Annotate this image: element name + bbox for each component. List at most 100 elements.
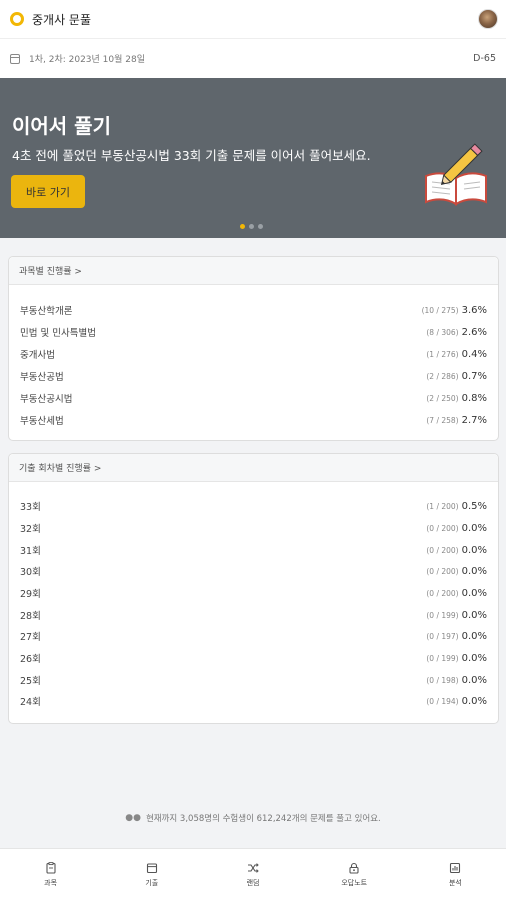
- round-name: 25회: [20, 676, 41, 687]
- round-count: (0 / 198): [426, 675, 459, 685]
- subject-count: (2 / 286): [426, 371, 459, 381]
- tab-analysis[interactable]: 분석: [405, 849, 506, 900]
- subject-percent: 2.6%: [461, 326, 487, 338]
- round-progress-header[interactable]: 기출 회차별 진행률 >: [9, 454, 498, 482]
- round-row[interactable]: 32회 (0 / 200) 0.0%: [9, 517, 498, 539]
- pagination-dot[interactable]: [258, 224, 263, 229]
- round-count: (0 / 199): [426, 610, 459, 620]
- round-percent: 0.0%: [461, 522, 487, 534]
- round-percent: 0.0%: [461, 587, 487, 599]
- tab-subject[interactable]: 과목: [0, 849, 101, 900]
- round-count: (0 / 197): [426, 631, 459, 641]
- round-name: 30회: [20, 567, 41, 578]
- subject-row[interactable]: 민법 및 민사특별법 (8 / 306) 2.6%: [9, 321, 498, 343]
- go-now-button[interactable]: 바로 가기: [11, 175, 85, 208]
- subject-percent: 3.6%: [461, 304, 487, 316]
- round-percent: 0.0%: [461, 544, 487, 556]
- round-name: 27회: [20, 632, 41, 643]
- subject-row[interactable]: 중개사법 (1 / 276) 0.4%: [9, 343, 498, 365]
- app-title: 중개사 문풀: [32, 12, 92, 27]
- round-name: 33회: [20, 502, 41, 513]
- tab-wrong-notes[interactable]: 오답노트: [304, 849, 405, 900]
- users-notice-text: 현재까지 3,058명의 수험생이 612,242개의 문제를 풀고 있어요.: [145, 814, 381, 824]
- round-percent: 0.5%: [461, 500, 487, 512]
- round-row[interactable]: 28회 (0 / 199) 0.0%: [9, 604, 498, 626]
- round-percent: 0.0%: [461, 674, 487, 686]
- round-name: 24회: [20, 697, 41, 708]
- tab-random[interactable]: 랜덤: [202, 849, 303, 900]
- round-count: (0 / 200): [426, 523, 459, 533]
- dday-counter: D-65: [473, 53, 496, 64]
- subject-count: (1 / 276): [426, 349, 459, 359]
- tab-label: 과목: [44, 878, 58, 887]
- subject-name: 부동산공법: [20, 372, 64, 383]
- round-row[interactable]: 25회 (0 / 198) 0.0%: [9, 669, 498, 691]
- exam-date-bar: 1차, 2차: 2023년 10월 28일 D-65: [0, 38, 506, 78]
- pagination-dot[interactable]: [249, 224, 254, 229]
- users-icon: ●●: [125, 813, 141, 823]
- subject-row[interactable]: 부동산공시법 (2 / 250) 0.8%: [9, 387, 498, 409]
- tab-label: 분석: [448, 878, 462, 887]
- calendar-icon: [10, 53, 20, 64]
- round-percent: 0.0%: [461, 652, 487, 664]
- round-count: (0 / 200): [426, 545, 459, 555]
- lock-icon: [349, 862, 359, 874]
- subject-name: 부동산공시법: [20, 394, 73, 405]
- tab-label: 랜덤: [246, 878, 260, 887]
- round-row[interactable]: 26회 (0 / 199) 0.0%: [9, 647, 498, 669]
- bar-chart-icon: [450, 862, 461, 873]
- shuffle-icon: [248, 862, 259, 873]
- round-count: (0 / 200): [426, 566, 459, 576]
- round-row[interactable]: 29회 (0 / 200) 0.0%: [9, 582, 498, 604]
- tab-label: 오답노트: [341, 878, 368, 887]
- round-name: 32회: [20, 524, 41, 535]
- round-name: 31회: [20, 546, 41, 557]
- book-pencil-icon: [425, 143, 487, 206]
- banner-pagination: [240, 224, 263, 229]
- round-name: 28회: [20, 611, 41, 622]
- round-row[interactable]: 31회 (0 / 200) 0.0%: [9, 539, 498, 561]
- round-row[interactable]: 24회 (0 / 194) 0.0%: [9, 690, 498, 712]
- subject-percent: 0.7%: [461, 370, 487, 382]
- calendar-icon: [146, 862, 157, 873]
- subject-percent: 2.7%: [461, 414, 487, 426]
- subject-count: (10 / 275): [421, 305, 459, 315]
- round-row[interactable]: 27회 (0 / 197) 0.0%: [9, 625, 498, 647]
- banner-title: 이어서 풀기: [12, 114, 111, 138]
- round-count: (1 / 200): [426, 501, 459, 511]
- round-row[interactable]: 30회 (0 / 200) 0.0%: [9, 560, 498, 582]
- round-percent: 0.0%: [461, 565, 487, 577]
- subject-count: (7 / 258): [426, 415, 459, 425]
- subject-count: (2 / 250): [426, 393, 459, 403]
- subject-row[interactable]: 부동산세법 (7 / 258) 2.7%: [9, 409, 498, 431]
- subject-count: (8 / 306): [426, 327, 459, 337]
- round-name: 29회: [20, 589, 41, 600]
- tab-label: 기출: [145, 878, 159, 887]
- round-count: (0 / 199): [426, 653, 459, 663]
- subject-name: 중개사법: [20, 350, 55, 361]
- round-count: (0 / 200): [426, 588, 459, 598]
- avatar[interactable]: [478, 9, 498, 29]
- banner-subtitle: 4초 전에 풀었던 부동산공시법 33회 기출 문제를 이어서 풀어보세요.: [12, 148, 371, 163]
- app-header: 중개사 문풀: [0, 0, 506, 38]
- round-progress-card: 기출 회차별 진행률 > 33회 (1 / 200) 0.5% 32회 (0 /…: [8, 453, 499, 724]
- subject-name: 부동산세법: [20, 416, 64, 427]
- subject-row[interactable]: 부동산학개론 (10 / 275) 3.6%: [9, 299, 498, 321]
- users-notice: ●● 현재까지 3,058명의 수험생이 612,242개의 문제를 풀고 있어…: [0, 800, 506, 836]
- app-logo-icon: [10, 12, 24, 26]
- subject-progress-header[interactable]: 과목별 진행률 >: [9, 257, 498, 285]
- continue-banner[interactable]: 이어서 풀기 4초 전에 풀었던 부동산공시법 33회 기출 문제를 이어서 풀…: [0, 78, 506, 238]
- round-percent: 0.0%: [461, 609, 487, 621]
- clipboard-icon: [46, 861, 56, 874]
- round-percent: 0.0%: [461, 630, 487, 642]
- round-name: 26회: [20, 654, 41, 665]
- subject-progress-card: 과목별 진행률 > 부동산학개론 (10 / 275) 3.6% 민법 및 민사…: [8, 256, 499, 441]
- subject-percent: 0.4%: [461, 348, 487, 360]
- bottom-tab-bar: 과목 기출 랜덤 오답노트 분석: [0, 848, 506, 900]
- subject-row[interactable]: 부동산공법 (2 / 286) 0.7%: [9, 365, 498, 387]
- round-count: (0 / 194): [426, 696, 459, 706]
- round-row[interactable]: 33회 (1 / 200) 0.5%: [9, 495, 498, 517]
- exam-date: 1차, 2차: 2023년 10월 28일: [29, 55, 145, 65]
- tab-past-exam[interactable]: 기출: [101, 849, 202, 900]
- pagination-dot[interactable]: [240, 224, 245, 229]
